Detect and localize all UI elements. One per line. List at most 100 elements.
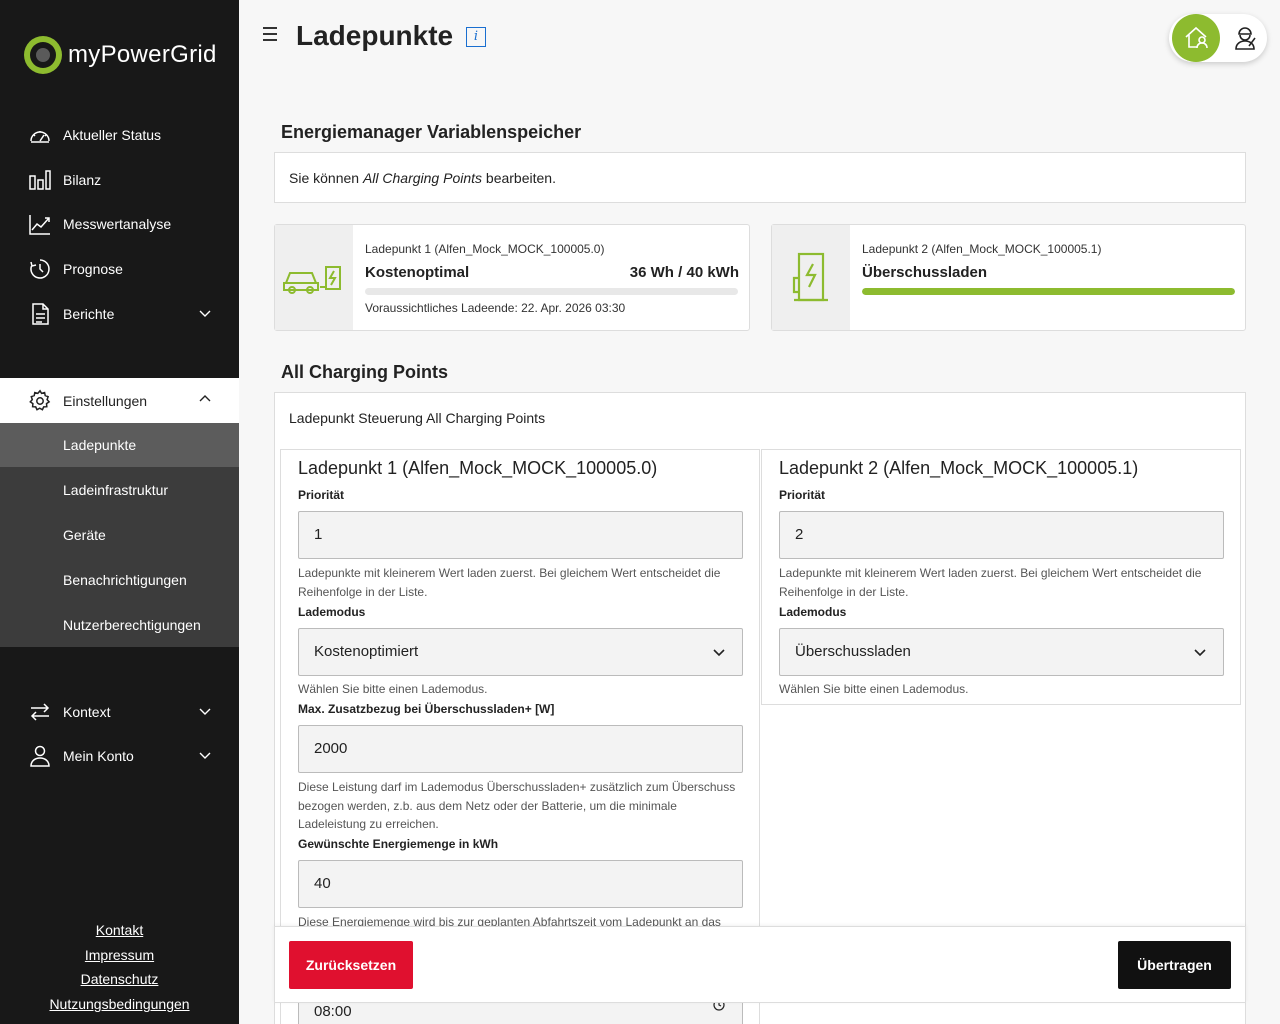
form-subtitle: Ladepunkt Steuerung All Charging Points: [289, 410, 546, 426]
installer-mode-button[interactable]: [1222, 14, 1267, 62]
charging-station-icon: [772, 225, 850, 330]
sidebar-subitem-ladepunkte[interactable]: Ladepunkte: [0, 423, 239, 467]
lp2-settings-column: Ladepunkt 2 (Alfen_Mock_MOCK_100005.1) P…: [761, 449, 1241, 705]
card-name: Ladepunkt 1 (Alfen_Mock_MOCK_100005.0): [365, 242, 605, 256]
lp1-priority-help: Ladepunkte mit kleinerem Wert laden zuer…: [298, 566, 721, 599]
sidebar-item-berichte[interactable]: Berichte: [0, 292, 239, 336]
sidebar-subitem-nutzerberechtigungen[interactable]: Nutzerberechtigungen: [0, 603, 239, 647]
sidebar-item-label: Prognose: [63, 261, 123, 277]
document-icon: [32, 303, 49, 325]
sidebar-subitem-benachrichtigungen[interactable]: Benachrichtigungen: [0, 558, 239, 602]
sidebar-item-aktueller-status[interactable]: Aktueller Status: [0, 113, 239, 157]
card-end-time: Voraussichtliches Ladeende: 22. Apr. 202…: [365, 301, 626, 315]
house-person-icon: [1185, 26, 1208, 49]
sidebar-item-label: Bilanz: [63, 172, 102, 188]
sidebar-item-label: Messwertanalyse: [63, 216, 172, 232]
installer-icon: [1234, 27, 1256, 50]
sidebar-item-prognose[interactable]: Prognose: [0, 247, 239, 291]
reset-button[interactable]: Zurücksetzen: [289, 941, 413, 989]
lp1-time-value: 08:00: [314, 1003, 352, 1020]
lp2-priority-input[interactable]: 2: [779, 511, 1224, 559]
charge-progress-bar: [365, 288, 738, 295]
sidebar-item-label: Mein Konto: [63, 748, 134, 764]
menu-icon[interactable]: [263, 27, 277, 41]
forecast-icon: [30, 259, 50, 279]
info-icon[interactable]: i: [466, 27, 486, 47]
lp1-mode-label: Lademodus: [298, 605, 366, 619]
bar-chart-icon: [29, 170, 51, 190]
sidebar-item-bilanz[interactable]: Bilanz: [0, 158, 239, 202]
info-box: Sie können All Charging Points bearbeite…: [274, 152, 1246, 203]
topbar: Ladepunkte i: [239, 0, 1280, 70]
sidebar-item-label: Aktueller Status: [63, 127, 162, 143]
lp1-max-input[interactable]: 2000: [298, 725, 743, 773]
lp2-mode-help: Wählen Sie bitte einen Lademodus.: [779, 682, 969, 696]
lp1-priority-label: Priorität: [298, 488, 345, 502]
info-text-emphasis: All Charging Points: [362, 170, 483, 186]
info-text-post: bearbeiten.: [482, 170, 556, 186]
lp1-max-help: Diese Leistung darf im Lademodus Übersch…: [298, 780, 736, 831]
sidebar-item-einstellungen[interactable]: Einstellungen: [0, 378, 239, 423]
lp1-mode-help: Wählen Sie bitte einen Lademodus.: [298, 682, 488, 696]
lp1-mode-value: Kostenoptimiert: [314, 643, 419, 660]
card-mode: Kostenoptimal: [365, 264, 470, 281]
gauge-icon: [30, 131, 50, 143]
section-title-acp: All Charging Points: [281, 362, 449, 382]
sidebar-item-kontext[interactable]: Kontext: [0, 690, 239, 734]
home-mode-button[interactable]: [1172, 14, 1220, 62]
chevron-down-icon: [199, 752, 211, 759]
footer-links: Kontakt Impressum Datenschutz Nutzungsbe…: [0, 920, 239, 1019]
submit-button[interactable]: Übertragen: [1118, 941, 1231, 989]
swap-arrows-icon: [30, 703, 50, 721]
chevron-down-icon: [199, 708, 211, 715]
lp2-mode-label: Lademodus: [779, 605, 847, 619]
logo-icon: [24, 36, 62, 74]
card-name: Ladepunkt 2 (Alfen_Mock_MOCK_100005.1): [862, 242, 1102, 256]
lp1-priority-input[interactable]: 1: [298, 511, 743, 559]
sidebar: myPowerGrid Aktueller Status Bilanz Mess…: [0, 0, 239, 1024]
progress-fill: [862, 288, 1235, 295]
card-energy: 36 Wh / 40 kWh: [629, 264, 739, 281]
charging-point-card-2[interactable]: Ladepunkt 2 (Alfen_Mock_MOCK_100005.1) Ü…: [771, 224, 1246, 331]
chevron-down-icon: [199, 310, 211, 317]
sidebar-subitem-ladeinfrastruktur[interactable]: Ladeinfrastruktur: [0, 468, 239, 512]
link-datenschutz[interactable]: Datenschutz: [0, 969, 239, 994]
charge-progress-bar: [862, 288, 1235, 295]
lp2-priority-help: Ladepunkte mit kleinerem Wert laden zuer…: [779, 566, 1202, 599]
action-bar: Zurücksetzen Übertragen: [274, 926, 1246, 1003]
sidebar-item-label: Kontext: [63, 704, 111, 720]
brand-name: myPowerGrid: [68, 41, 217, 68]
sidebar-subitem-geraete[interactable]: Geräte: [0, 513, 239, 557]
lp2-title: Ladepunkt 2 (Alfen_Mock_MOCK_100005.1): [779, 458, 1139, 478]
card-mode: Überschussladen: [862, 264, 988, 281]
link-impressum[interactable]: Impressum: [0, 945, 239, 970]
lp1-max-label: Max. Zusatzbezug bei Überschussladen+ [W…: [298, 702, 555, 716]
user-icon: [30, 745, 50, 767]
sidebar-item-label: Einstellungen: [63, 392, 148, 409]
lp2-mode-select[interactable]: Überschussladen: [779, 628, 1224, 676]
info-text-pre: Sie können: [289, 170, 363, 186]
view-mode-toggle[interactable]: [1169, 14, 1267, 62]
lp2-priority-label: Priorität: [779, 488, 826, 502]
logo[interactable]: myPowerGrid: [24, 36, 217, 74]
lp2-mode-value: Überschussladen: [795, 643, 911, 660]
sidebar-item-mein-konto[interactable]: Mein Konto: [0, 734, 239, 778]
lp1-title: Ladepunkt 1 (Alfen_Mock_MOCK_100005.0): [298, 458, 658, 478]
section-title-variables: Energiemanager Variablenspeicher: [281, 122, 582, 142]
link-kontakt[interactable]: Kontakt: [0, 920, 239, 945]
sidebar-item-messwertanalyse[interactable]: Messwertanalyse: [0, 202, 239, 246]
gear-icon: [29, 389, 51, 411]
link-nutzungsbedingungen[interactable]: Nutzungsbedingungen: [0, 994, 239, 1019]
lp1-energy-input[interactable]: 40: [298, 860, 743, 908]
main-content: Ladepunkte i Energiemanager Variablenspe…: [239, 0, 1280, 1024]
chevron-up-icon: [199, 395, 211, 402]
charging-point-card-1[interactable]: Ladepunkt 1 (Alfen_Mock_MOCK_100005.0) K…: [274, 224, 750, 331]
sidebar-item-label: Berichte: [63, 306, 115, 322]
line-chart-icon: [29, 215, 50, 235]
chevron-down-icon: [1194, 649, 1206, 657]
lp1-energy-label: Gewünschte Energiemenge in kWh: [298, 837, 499, 851]
chevron-down-icon: [713, 649, 725, 657]
car-charging-icon: [275, 225, 353, 330]
lp1-mode-select[interactable]: Kostenoptimiert: [298, 628, 743, 676]
page-title: Ladepunkte: [296, 20, 454, 51]
